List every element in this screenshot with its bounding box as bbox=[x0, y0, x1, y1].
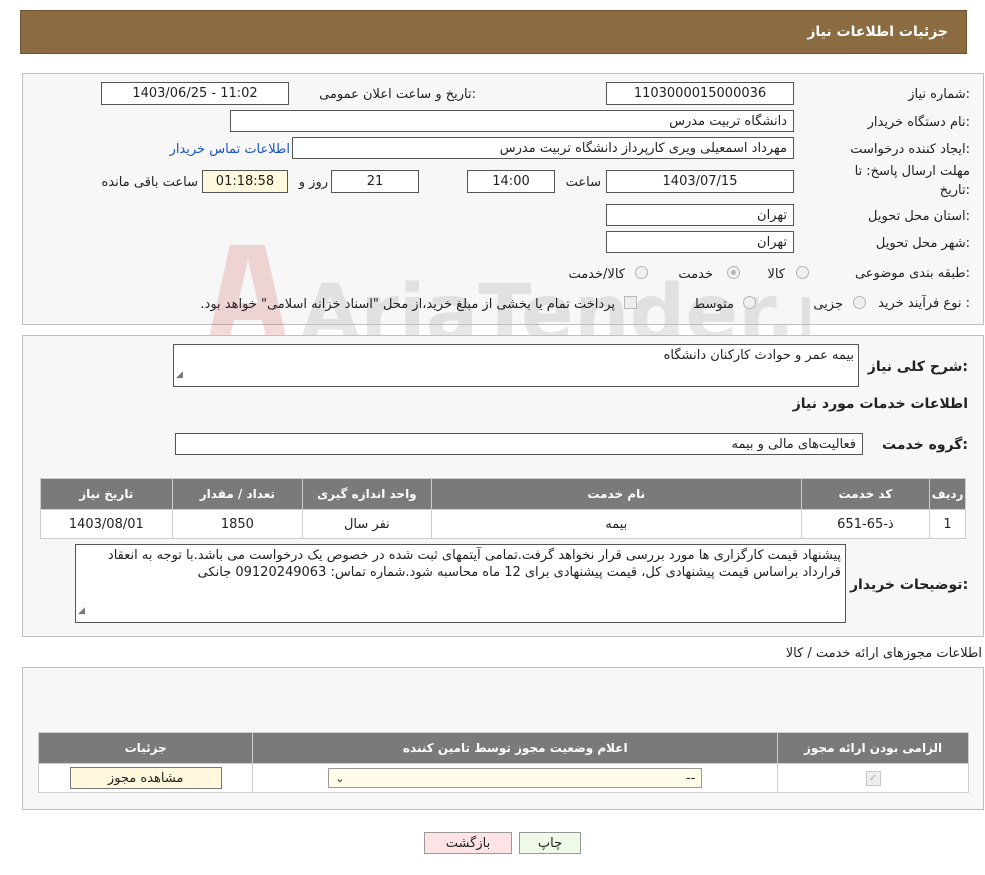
deadline-time-label: ساعت bbox=[565, 175, 601, 190]
buyer-org-field: دانشگاه تربیت مدرس bbox=[230, 110, 794, 132]
buyer-notes-textarea: پیشنهاد قیمت کارگزاری ها مورد بررسی قرار… bbox=[75, 544, 846, 623]
services-section-title: اطلاعات خدمات مورد نیاز bbox=[792, 396, 968, 412]
permit-required-checkbox[interactable]: ✓ bbox=[865, 771, 881, 786]
purchase-option-minor: جزیی bbox=[813, 297, 843, 312]
buyer-org-label: نام دستگاه خریدار: bbox=[867, 115, 970, 130]
purchase-radio-medium[interactable] bbox=[743, 296, 756, 309]
category-label: طبقه بندی موضوعی: bbox=[854, 266, 970, 281]
category-option-service: خدمت bbox=[678, 267, 713, 282]
col-permit-required: الزامی بودن ارائه مجوز bbox=[777, 732, 969, 764]
deadline-date-field: 1403/07/15 bbox=[606, 170, 794, 193]
remaining-time-label: ساعت باقی مانده bbox=[101, 175, 198, 190]
purchase-radio-minor[interactable] bbox=[853, 296, 866, 309]
table-row: 1 ذ-65-651 بیمه نفر سال 1850 1403/08/01 bbox=[40, 509, 966, 539]
permit-status-cell: ⌄ -- bbox=[252, 763, 779, 793]
chevron-down-icon: ⌄ bbox=[335, 771, 345, 785]
view-permit-button[interactable]: مشاهده مجوز bbox=[69, 767, 222, 789]
resize-handle-icon[interactable]: ◢ bbox=[78, 603, 85, 620]
quantity-cell: 1850 bbox=[171, 509, 304, 539]
buyer-notes-label: توضیحات خریدار: bbox=[850, 577, 969, 593]
purchase-option-medium: متوسط bbox=[693, 297, 734, 312]
city-field: تهران bbox=[606, 231, 794, 253]
days-label: روز و bbox=[298, 175, 328, 190]
permit-status-select[interactable]: ⌄ -- bbox=[328, 768, 703, 788]
col-permit-details: جزئیات bbox=[37, 732, 254, 764]
permits-section-title: اطلاعات مجوزهای ارائه خدمت / کالا bbox=[785, 646, 982, 661]
remaining-time-field: 01:18:58 bbox=[202, 170, 288, 193]
buyer-contact-link[interactable]: اطلاعات تماس خریدار bbox=[150, 142, 290, 157]
services-table: ردیف کد خدمت نام خدمت واحد اندازه گیری ت… bbox=[40, 478, 966, 539]
category-radio-both[interactable] bbox=[635, 266, 648, 279]
permits-table: الزامی بودن ارائه مجوز اعلام وضعیت مجوز … bbox=[37, 732, 969, 793]
services-table-header: ردیف کد خدمت نام خدمت واحد اندازه گیری ت… bbox=[40, 478, 966, 510]
category-option-both: کالا/خدمت bbox=[568, 267, 625, 282]
buyer-notes-text: پیشنهاد قیمت کارگزاری ها مورد بررسی قرار… bbox=[107, 548, 841, 580]
col-permit-status: اعلام وضعیت مجوز توسط تامین کننده bbox=[252, 732, 779, 764]
category-radio-service[interactable] bbox=[727, 266, 740, 279]
announce-date-field: 1403/06/25 - 11:02 bbox=[101, 82, 289, 105]
days-remaining-field: 21 bbox=[331, 170, 419, 193]
need-number-label: شماره نیاز: bbox=[908, 87, 970, 102]
col-service-code: کد خدمت bbox=[800, 478, 931, 510]
province-label: استان محل تحویل: bbox=[868, 209, 970, 224]
col-unit: واحد اندازه گیری bbox=[302, 478, 432, 510]
need-date-cell: 1403/08/01 bbox=[40, 509, 173, 539]
permit-required-cell: ✓ bbox=[777, 763, 969, 793]
requester-field: مهرداد اسمعیلی ویری کارپرداز دانشگاه ترب… bbox=[292, 137, 794, 159]
back-button[interactable]: بازگشت bbox=[424, 832, 512, 854]
category-option-goods: کالا bbox=[767, 267, 785, 282]
deadline-label: مهلت ارسال پاسخ: تا bbox=[854, 164, 970, 179]
page-title: جزئیات اطلاعات نیاز bbox=[807, 24, 948, 40]
col-need-date: تاریخ نیاز bbox=[40, 478, 173, 510]
treasury-payment-checkbox[interactable] bbox=[624, 296, 637, 309]
service-code-cell: ذ-65-651 bbox=[800, 509, 931, 539]
announce-date-label: تاریخ و ساعت اعلان عمومی: bbox=[319, 87, 476, 102]
col-quantity: تعداد / مقدار bbox=[171, 478, 304, 510]
deadline-time-field: 14:00 bbox=[467, 170, 555, 193]
table-row: ✓ ⌄ -- مشاهده مجوز bbox=[37, 763, 969, 793]
permits-table-header: الزامی بودن ارائه مجوز اعلام وضعیت مجوز … bbox=[37, 732, 969, 764]
city-label: شهر محل تحویل: bbox=[875, 236, 970, 251]
col-row-number: ردیف bbox=[929, 478, 966, 510]
permit-status-value: -- bbox=[685, 770, 696, 786]
description-label: شرح کلی نیاز: bbox=[867, 359, 968, 375]
deadline-date-label: تاریخ: bbox=[939, 183, 970, 198]
treasury-payment-note: پرداخت تمام یا بخشی از مبلغ خرید،از محل … bbox=[200, 297, 615, 312]
print-button[interactable]: چاپ bbox=[519, 832, 581, 854]
requester-label: ایجاد کننده درخواست: bbox=[850, 142, 970, 157]
category-radio-goods[interactable] bbox=[796, 266, 809, 279]
page-header: جزئیات اطلاعات نیاز bbox=[20, 10, 967, 54]
service-name-cell: بیمه bbox=[430, 509, 802, 539]
permit-details-cell: مشاهده مجوز bbox=[37, 763, 254, 793]
col-service-name: نام خدمت bbox=[430, 478, 802, 510]
service-group-label: گروه خدمت: bbox=[882, 437, 968, 453]
province-field: تهران bbox=[606, 204, 794, 226]
need-number-field: 1103000015000036 bbox=[606, 82, 794, 105]
description-textarea: بیمه عمر و حوادث کارکنان دانشگاه ◢ bbox=[173, 344, 859, 387]
unit-cell: نفر سال bbox=[302, 509, 432, 539]
description-text: بیمه عمر و حوادث کارکنان دانشگاه bbox=[663, 348, 854, 363]
service-group-field: فعالیت‌های مالی و بیمه bbox=[175, 433, 863, 455]
row-number-cell: 1 bbox=[929, 509, 966, 539]
resize-handle-icon[interactable]: ◢ bbox=[176, 367, 183, 384]
